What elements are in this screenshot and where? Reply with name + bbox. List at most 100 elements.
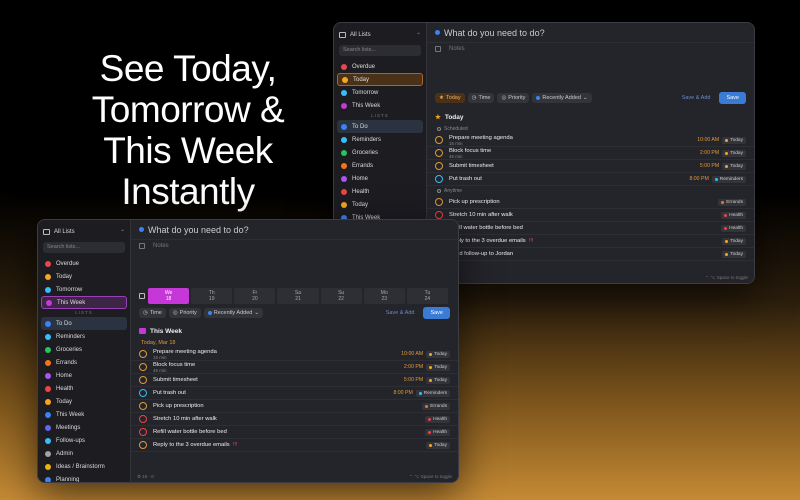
task-list-tag: Health <box>425 428 450 436</box>
search-lists-input[interactable]: Search lists... <box>43 242 125 253</box>
task-row[interactable]: Send follow-up to Jordan Today <box>427 248 754 261</box>
list-icon <box>341 162 347 169</box>
notes-field[interactable]: Notes <box>131 240 458 252</box>
sidebar-item-tomorrow[interactable]: Tomorrow <box>337 86 423 99</box>
task-row[interactable]: Prepare meeting agenda 15 min 10:00 AM Toda… <box>427 134 754 147</box>
notes-field[interactable]: Notes <box>427 43 754 55</box>
main-panel: What do you need to do? Notes We 18 Th 19 Fr… <box>131 220 458 482</box>
time-chip[interactable]: ◷ Time <box>467 93 495 103</box>
sidebar-item-today[interactable]: Today <box>337 198 423 211</box>
checkbox-circle[interactable] <box>139 441 147 449</box>
task-row[interactable]: Refill water bottle before bed Health <box>427 222 754 235</box>
checkbox-circle[interactable] <box>435 211 443 219</box>
sidebar-item-today[interactable]: Today <box>41 270 127 283</box>
sidebar-item-to-do[interactable]: To Do <box>337 120 423 133</box>
search-lists-input[interactable]: Search lists... <box>339 45 421 56</box>
sidebar-item-today[interactable]: Today <box>41 395 127 408</box>
task-row[interactable]: Submit timesheet 5:00 PM Today <box>131 374 458 387</box>
chevron-updown-icon: ⌃ <box>415 32 421 39</box>
sidebar-item-errands[interactable]: Errands <box>41 356 127 369</box>
today-chip[interactable]: ★ Today <box>435 93 465 103</box>
task-row[interactable]: Reply to the 3 overdue emails!!! Today <box>427 235 754 248</box>
checkbox-circle[interactable] <box>139 389 147 397</box>
all-lists-header[interactable]: All Lists ⌃ <box>43 224 125 240</box>
list-icon <box>45 333 51 340</box>
checkbox-circle[interactable] <box>139 415 147 423</box>
task-row[interactable]: Refill water bottle before bed Health <box>131 426 458 439</box>
checkbox-circle[interactable] <box>139 402 147 410</box>
sidebar-item-meetings[interactable]: Meetings <box>41 421 127 434</box>
task-row[interactable]: Put trash out 8:00 PM Reminders <box>131 387 458 400</box>
list-chip[interactable]: Recently Added ⌄ <box>203 308 263 318</box>
day-th[interactable]: Th 19 <box>191 288 233 304</box>
task-row[interactable]: Prepare meeting agenda 15 min 10:00 AM Toda… <box>131 348 458 361</box>
day-mo[interactable]: Mo 23 <box>363 288 405 304</box>
priority-chip[interactable]: ◎ Priority <box>497 93 530 103</box>
save-button[interactable]: Save <box>719 92 746 104</box>
checkbox-circle[interactable] <box>435 175 443 183</box>
checkbox-circle[interactable] <box>139 428 147 436</box>
sidebar-item-this-week[interactable]: This Week <box>337 99 423 112</box>
sidebar-item-overdue[interactable]: Overdue <box>337 60 423 73</box>
sidebar-item-today[interactable]: Today <box>337 73 423 86</box>
dot-icon <box>435 30 440 35</box>
save-add-button[interactable]: Save & Add <box>677 93 716 103</box>
sidebar-item-planning[interactable]: Planning <box>41 473 127 482</box>
list-icon <box>341 201 347 208</box>
notes-icon <box>139 243 145 249</box>
checkbox-circle[interactable] <box>139 376 147 384</box>
task-row[interactable]: Pick up prescription Errands <box>427 196 754 209</box>
task-row[interactable]: Stretch 10 min after walk Health <box>131 413 458 426</box>
list-icon <box>341 188 347 195</box>
day-tu[interactable]: Tu 24 <box>406 288 448 304</box>
todo-input[interactable]: What do you need to do? <box>131 220 458 240</box>
sidebar-item-overdue[interactable]: Overdue <box>41 257 127 270</box>
checkbox-circle[interactable] <box>435 149 443 157</box>
sidebar-item-groceries[interactable]: Groceries <box>337 146 423 159</box>
sidebar-item-label: Health <box>56 385 74 392</box>
task-row[interactable]: Reply to the 3 overdue emails!!! Today <box>131 439 458 452</box>
save-add-button[interactable]: Save & Add <box>381 308 420 318</box>
list-chip[interactable]: Recently Added ⌄ <box>532 93 592 103</box>
all-lists-header[interactable]: All Lists ⌃ <box>339 27 421 43</box>
day-sa[interactable]: Sa 21 <box>277 288 319 304</box>
sidebar-item-home[interactable]: Home <box>41 369 127 382</box>
task-row[interactable]: Pick up prescription Errands <box>131 400 458 413</box>
task-row[interactable]: Stretch 10 min after walk Health <box>427 209 754 222</box>
task-row[interactable]: Submit timesheet 5:00 PM Today <box>427 160 754 173</box>
sidebar-item-health[interactable]: Health <box>337 185 423 198</box>
list-icon <box>341 63 347 70</box>
save-button[interactable]: Save <box>423 307 450 319</box>
day-fr[interactable]: Fr 20 <box>234 288 276 304</box>
sidebar-item-health[interactable]: Health <box>41 382 127 395</box>
sidebar-item-admin[interactable]: Admin <box>41 447 127 460</box>
sidebar-item-tomorrow[interactable]: Tomorrow <box>41 283 127 296</box>
list-icon <box>341 175 347 182</box>
task-row[interactable]: Block focus time 45 min 2:00 PM Today <box>427 147 754 160</box>
task-row[interactable]: Block focus time 45 min 2:00 PM Today <box>131 361 458 374</box>
todo-input[interactable]: What do you need to do? <box>427 23 754 43</box>
sidebar-item-groceries[interactable]: Groceries <box>41 343 127 356</box>
sidebar-item-reminders[interactable]: Reminders <box>41 330 127 343</box>
sidebar-item-this-week[interactable]: This Week <box>41 408 127 421</box>
sidebar-item-home[interactable]: Home <box>337 172 423 185</box>
sidebar-item-ideas-brainstorm[interactable]: Ideas / Brainstorm <box>41 460 127 473</box>
checkbox-circle[interactable] <box>435 162 443 170</box>
sidebar-item-to-do[interactable]: To Do <box>41 317 127 330</box>
task-row[interactable]: Put trash out 8:00 PM Reminders <box>427 173 754 186</box>
day-we[interactable]: We 18 <box>148 288 190 304</box>
sidebar-item-errands[interactable]: Errands <box>337 159 423 172</box>
sidebar-item-reminders[interactable]: Reminders <box>337 133 423 146</box>
sidebar-item-this-week[interactable]: This Week <box>41 296 127 309</box>
checkbox-circle[interactable] <box>139 363 147 371</box>
checkbox-circle[interactable] <box>435 198 443 206</box>
task-title: Refill water bottle before bed <box>153 429 425 435</box>
day-su[interactable]: Su 22 <box>320 288 362 304</box>
priority-chip[interactable]: ◎ Priority <box>168 308 201 318</box>
task-body: Refill water bottle before bed <box>153 429 425 435</box>
checkbox-circle[interactable] <box>435 136 443 144</box>
sidebar-item-follow-ups[interactable]: Follow-ups <box>41 434 127 447</box>
time-chip[interactable]: ◷ Time <box>139 308 166 318</box>
sidebar: All Lists ⌃ Search lists... Overdue Today T… <box>38 220 131 482</box>
checkbox-circle[interactable] <box>139 350 147 358</box>
